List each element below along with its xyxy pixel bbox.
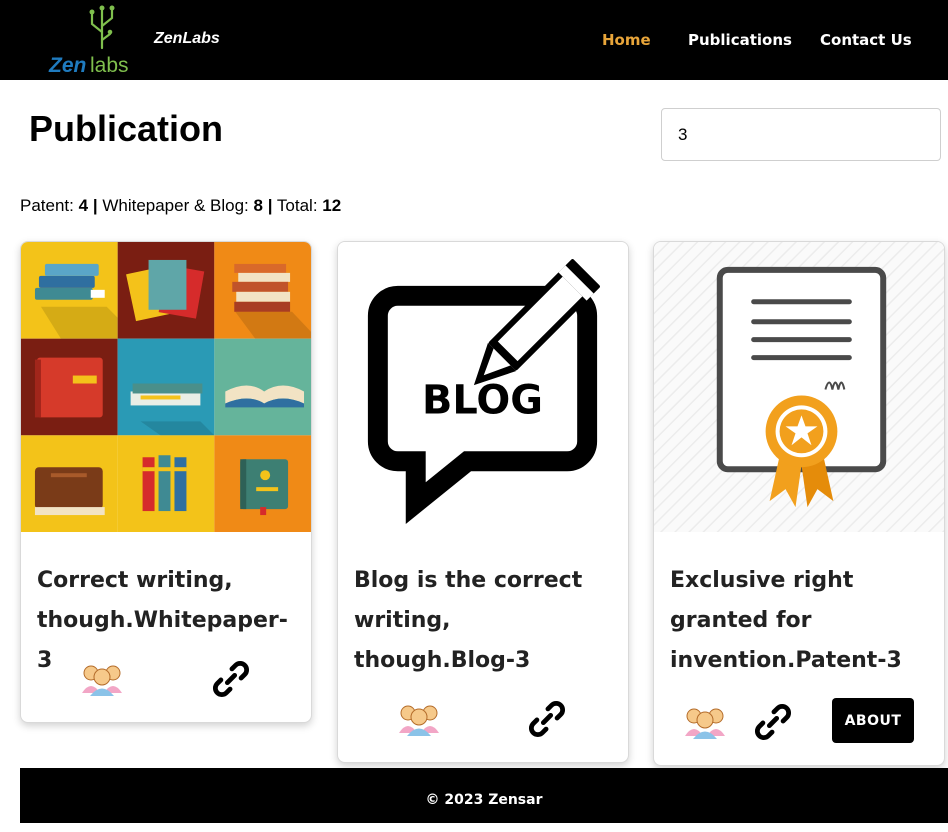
copyright-text: © 2023 Zensar xyxy=(425,792,543,808)
blog-bubble-image: BLOG xyxy=(338,242,628,532)
patent-count: 4 xyxy=(78,196,89,215)
card-title: Exclusive right granted for invention.Pa… xyxy=(670,568,902,673)
svg-text:Zen: Zen xyxy=(48,54,86,76)
nav-home-link[interactable]: Home xyxy=(602,31,651,49)
nav-contact-link[interactable]: Contact Us xyxy=(820,31,912,49)
total-count: 12 xyxy=(322,196,342,215)
search-input[interactable] xyxy=(661,108,941,161)
publication-card: Exclusive right granted for invention.Pa… xyxy=(653,241,945,766)
users-icon[interactable] xyxy=(398,699,440,737)
publication-stats: Patent: 4 | Whitepaper & Blog: 8 | Total… xyxy=(20,196,341,216)
nav-publications-link[interactable]: Publications xyxy=(688,31,792,49)
patent-label: Patent: xyxy=(20,196,74,215)
stats-separator: | xyxy=(267,196,273,215)
users-icon[interactable] xyxy=(684,702,726,740)
link-icon[interactable] xyxy=(209,657,253,701)
zenlabs-logo[interactable]: Zen labs xyxy=(46,2,132,76)
page-title: Publication xyxy=(29,108,224,149)
stats-separator: | xyxy=(92,196,98,215)
navbar: Zen labs ZenLabs Home Publications Conta… xyxy=(0,0,948,80)
link-icon[interactable] xyxy=(525,697,569,741)
whitepaper-count: 8 xyxy=(253,196,263,215)
publication-card: BLOG Blog is the correct writing, though… xyxy=(337,241,629,763)
link-icon[interactable] xyxy=(751,700,795,744)
svg-text:BLOG: BLOG xyxy=(422,377,543,423)
card-title: Correct writing, though.Whitepaper-3 xyxy=(37,568,288,673)
svg-text:labs: labs xyxy=(90,54,129,76)
patent-certificate-image xyxy=(654,242,944,532)
total-label: Total: xyxy=(276,196,318,215)
books-collage-image xyxy=(21,242,311,532)
brand-name: ZenLabs xyxy=(154,30,220,47)
publication-card: Correct writing, though.Whitepaper-3 xyxy=(20,241,312,723)
footer: © 2023 Zensar xyxy=(20,768,948,823)
about-button[interactable]: ABOUT xyxy=(832,698,914,743)
users-icon[interactable] xyxy=(81,659,123,697)
card-title: Blog is the correct writing, though.Blog… xyxy=(354,568,583,673)
whitepaper-label: Whitepaper & Blog: xyxy=(102,196,249,215)
